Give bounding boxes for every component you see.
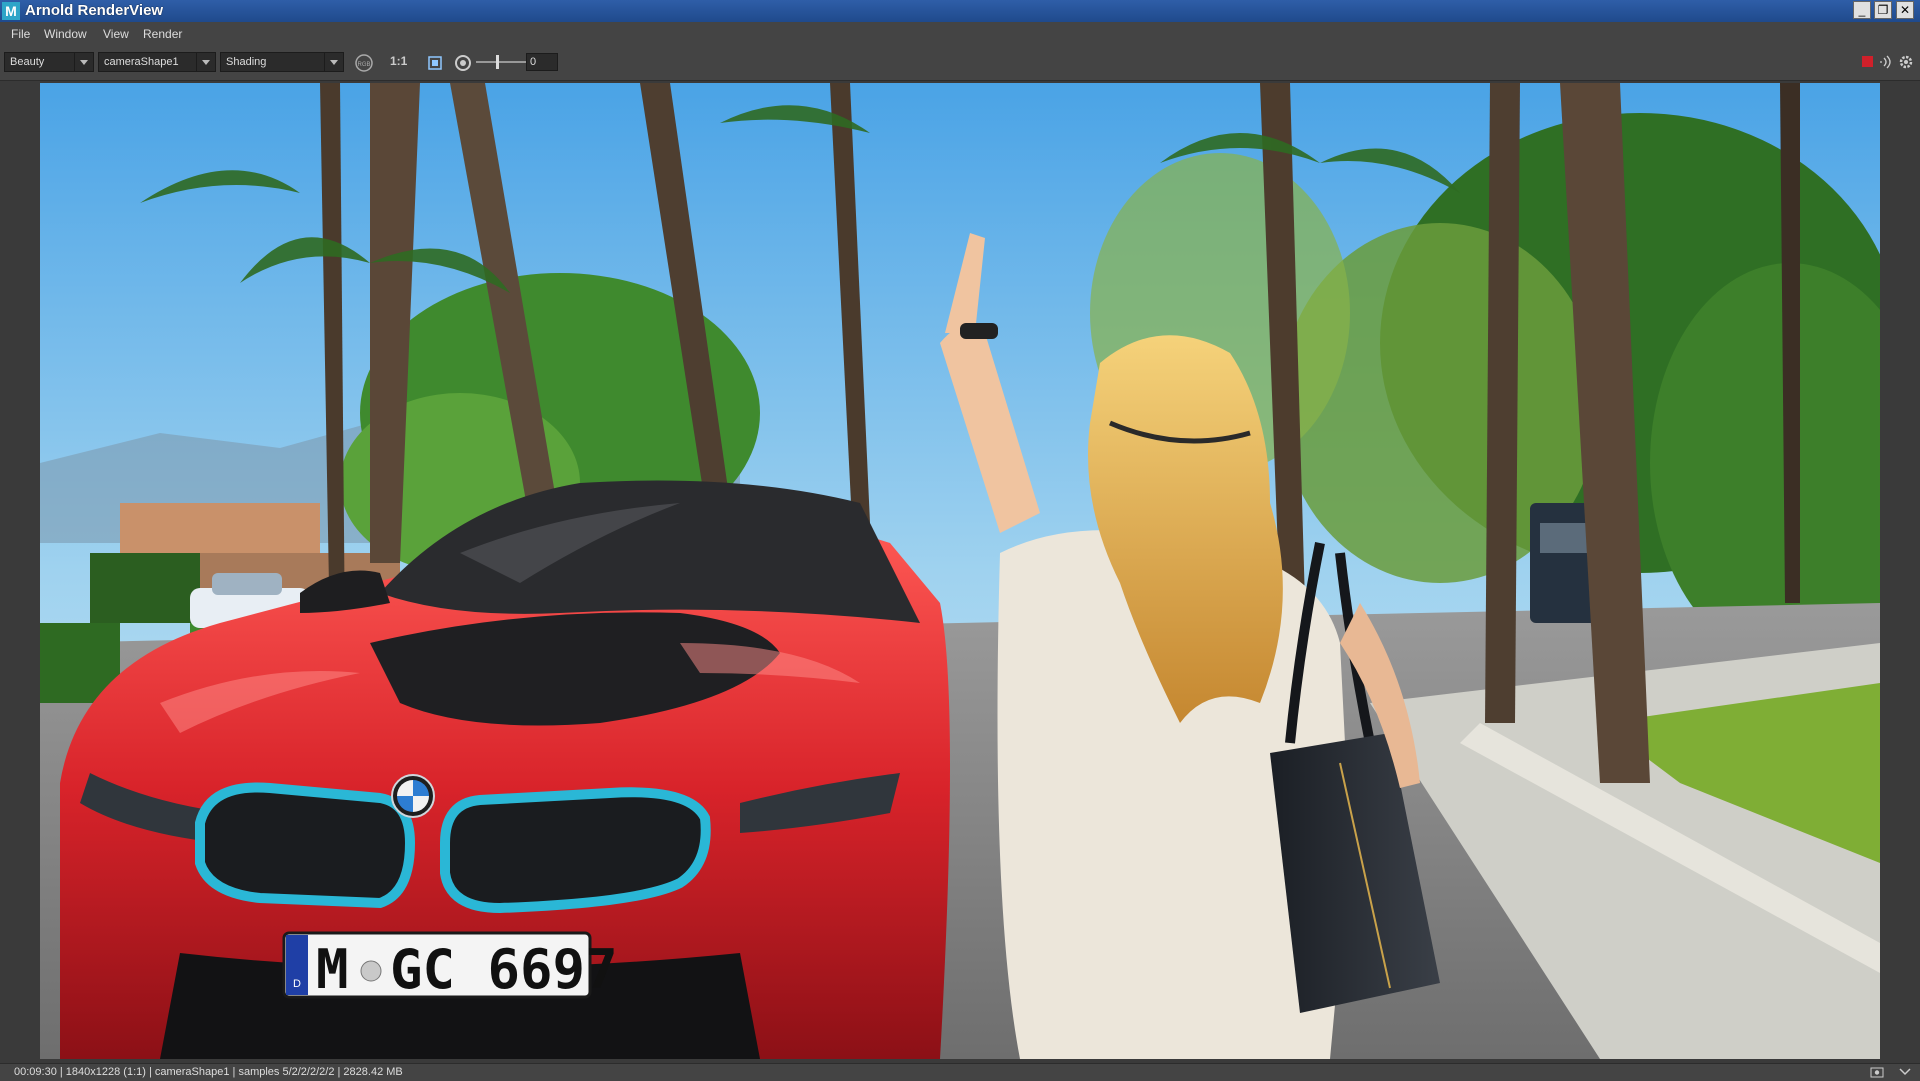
menu-file[interactable]: File xyxy=(11,27,30,41)
svg-text:RGB: RGB xyxy=(357,62,370,68)
menu-window[interactable]: Window xyxy=(44,27,87,41)
license-plate: D M GC 6697 xyxy=(282,931,618,1001)
plate-country: D xyxy=(293,978,301,990)
camera-select[interactable]: cameraShape1 xyxy=(98,52,216,72)
stop-render-icon[interactable] xyxy=(1862,56,1873,67)
shading-select[interactable]: Shading xyxy=(220,52,344,72)
maya-app-icon: M xyxy=(2,2,20,20)
chevron-down-icon[interactable] xyxy=(1898,1067,1912,1077)
rendered-scene: D M GC 6697 xyxy=(40,83,1880,1059)
title-bar: M Arnold RenderView _ ❐ ✕ xyxy=(0,0,1920,22)
minimize-button[interactable]: _ xyxy=(1853,1,1871,19)
ratio-1-1-button[interactable]: 1:1 xyxy=(390,54,407,68)
exposure-slider-handle[interactable] xyxy=(496,55,499,69)
shading-select-value: Shading xyxy=(226,56,267,68)
rgb-channels-icon[interactable]: RGB xyxy=(354,53,374,73)
snapshot-icon[interactable] xyxy=(1870,1066,1884,1078)
aov-select[interactable]: Beauty xyxy=(4,52,94,72)
sound-wave-icon[interactable] xyxy=(1877,54,1893,70)
gear-icon[interactable] xyxy=(1898,54,1914,70)
aov-select-value: Beauty xyxy=(10,56,45,68)
plate-prefix: M xyxy=(316,938,349,1001)
maximize-button[interactable]: ❐ xyxy=(1874,1,1892,19)
menu-render[interactable]: Render xyxy=(143,27,182,41)
exposure-value-field[interactable]: 0 xyxy=(526,53,558,71)
exposure-slider-track[interactable] xyxy=(476,61,526,63)
plate-number: GC 6697 xyxy=(390,938,618,1001)
camera-select-value: cameraShape1 xyxy=(104,56,179,68)
chevron-down-icon xyxy=(324,53,343,71)
render-image[interactable]: D M GC 6697 xyxy=(40,83,1880,1059)
menu-bar: File Window View Render xyxy=(0,22,1920,46)
crop-region-icon[interactable] xyxy=(426,54,444,72)
render-viewport[interactable]: D M GC 6697 xyxy=(0,81,1920,1063)
window-title: Arnold RenderView xyxy=(25,2,164,19)
aperture-icon[interactable] xyxy=(454,54,472,72)
close-button[interactable]: ✕ xyxy=(1896,1,1914,19)
menu-view[interactable]: View xyxy=(103,27,129,41)
chevron-down-icon xyxy=(74,53,93,71)
bmw-logo xyxy=(391,774,435,818)
status-bar: 00:09:30 | 1840x1228 (1:1) | cameraShape… xyxy=(0,1063,1920,1081)
toolbar: Beauty cameraShape1 Shading RGB 1:1 0 xyxy=(0,46,1920,81)
chevron-down-icon xyxy=(196,53,215,71)
render-status-text: 00:09:30 | 1840x1228 (1:1) | cameraShape… xyxy=(14,1066,403,1078)
